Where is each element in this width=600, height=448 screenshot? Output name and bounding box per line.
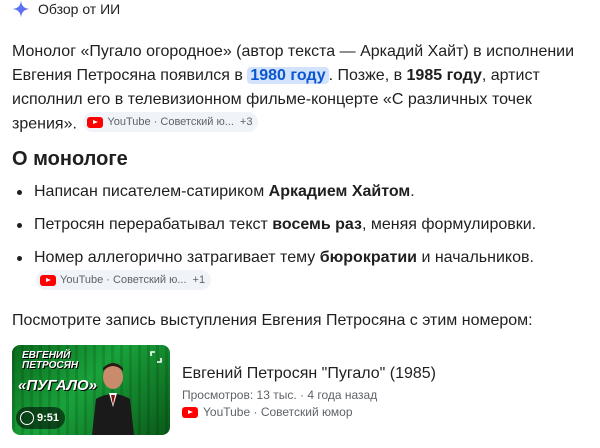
ai-overview-header: Обзор от ИИ — [12, 0, 120, 18]
bullet-bold: бюрократии — [319, 249, 417, 266]
video-source-label: YouTube · Советский юмор — [203, 405, 353, 419]
video-title[interactable]: Евгений Петросян "Пугало" (1985) — [182, 363, 436, 385]
video-source: YouTube · Советский юмор — [182, 405, 436, 419]
youtube-icon — [182, 406, 198, 418]
video-card[interactable]: ЕВГЕНИЙ ПЕТРОСЯН «ПУГАЛО» 9:51 Евгений П… — [12, 345, 592, 435]
bold-year-1985: 1985 году — [406, 67, 482, 84]
play-icon — [20, 411, 34, 425]
bullet-dot — [17, 256, 22, 261]
intro-paragraph: Монолог «Пугало огородное» (автор текста… — [12, 40, 590, 137]
thumbnail-title: «ПУГАЛО» — [18, 377, 98, 394]
intro-text-2: . Позже, в — [328, 67, 407, 84]
list-item: Номер аллегорично затрагивает тему бюрок… — [12, 246, 590, 295]
performer-image — [92, 363, 134, 435]
duration-text: 9:51 — [37, 412, 60, 424]
video-thumbnail[interactable]: ЕВГЕНИЙ ПЕТРОСЯН «ПУГАЛО» 9:51 — [12, 345, 170, 435]
bullet-list: Написан писателем-сатириком Аркадием Хай… — [12, 180, 590, 304]
bullet-text: Написан писателем-сатириком — [34, 183, 269, 200]
duration-badge: 9:51 — [16, 407, 66, 429]
list-item: Петросян перерабатывал текст восемь раз,… — [12, 213, 590, 237]
bullet-bold: восемь раз — [272, 216, 362, 233]
list-item: Написан писателем-сатириком Аркадием Хай… — [12, 180, 590, 204]
video-info: Евгений Петросян "Пугало" (1985) Просмот… — [182, 345, 436, 435]
source-chip[interactable]: YouTube · Советский ю... +3 — [83, 112, 259, 132]
source-chip-count: +3 — [239, 116, 253, 128]
source-chip-label: YouTube · Советский ю... — [60, 274, 187, 286]
bullet-text: и начальников. — [417, 249, 534, 266]
sparkle-icon — [12, 0, 30, 18]
youtube-icon — [87, 116, 104, 128]
bullet-text: . — [410, 183, 415, 200]
expand-icon[interactable] — [150, 351, 162, 363]
source-chip-count: +1 — [192, 274, 206, 286]
video-meta: Просмотров: 13 тыс. · 4 года назад — [182, 388, 378, 402]
highlight-year-1980: 1980 году — [247, 67, 329, 84]
header-title: Обзор от ИИ — [38, 1, 121, 17]
source-chip[interactable]: YouTube · Советский ю... +1 — [36, 270, 212, 290]
section-title: О монологе — [12, 148, 128, 170]
bullet-text: Номер аллегорично затрагивает тему — [34, 249, 320, 266]
youtube-icon — [40, 274, 56, 286]
thumbnail-line-2: ПЕТРОСЯН — [22, 360, 79, 371]
bullet-dot — [17, 223, 22, 228]
bullet-text: Петросян перерабатывал текст — [34, 216, 273, 233]
thumbnail-caption: ЕВГЕНИЙ ПЕТРОСЯН — [22, 351, 78, 371]
watch-prompt: Посмотрите запись выступления Евгения Пе… — [12, 312, 533, 329]
source-chip-label: YouTube · Советский ю... — [107, 116, 234, 128]
bullet-dot — [17, 190, 22, 195]
bullet-text: , меняя формулировки. — [361, 216, 537, 233]
bullet-bold: Аркадием Хайтом — [268, 183, 411, 200]
